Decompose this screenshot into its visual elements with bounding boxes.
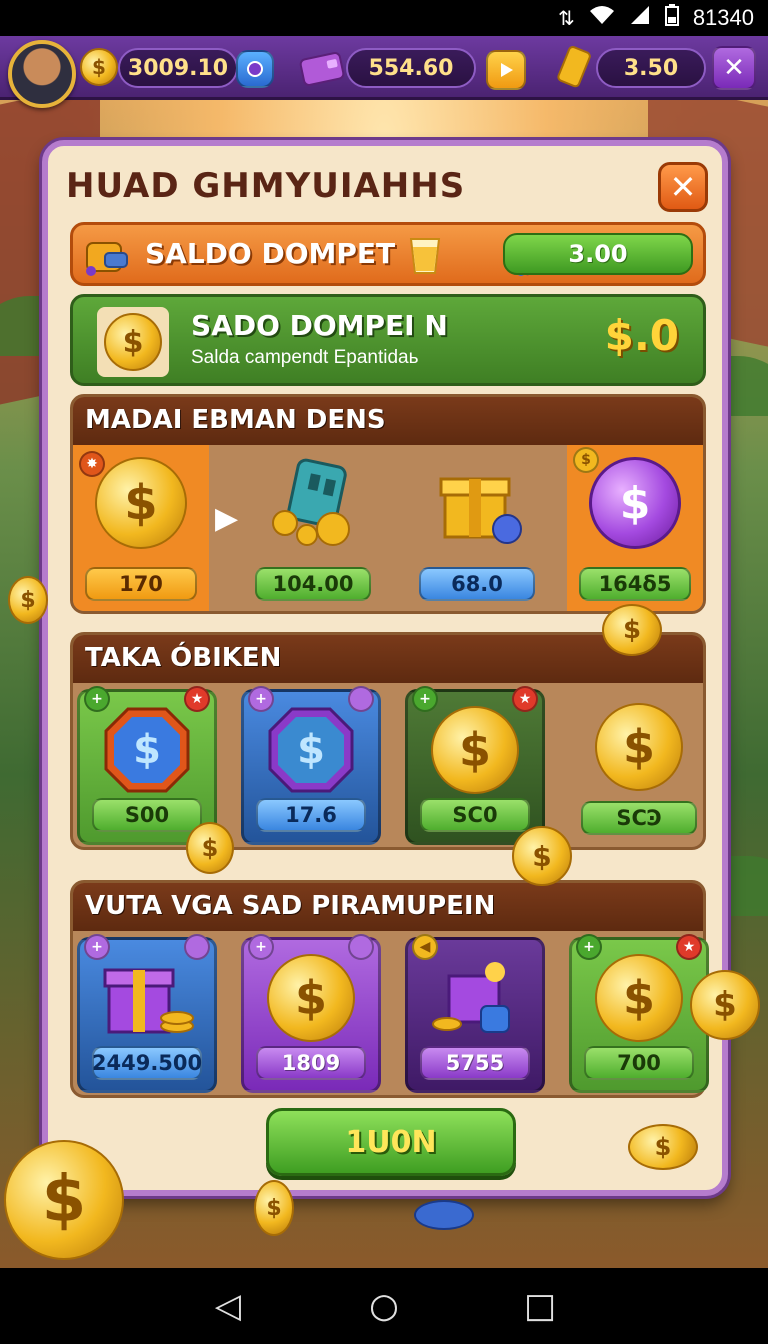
status-bar: ⇅ 81340 — [0, 0, 768, 36]
purple-coin-icon: $ — [567, 451, 703, 555]
home-button[interactable]: ○ — [354, 1286, 414, 1326]
gem-balance: 554.60 — [346, 48, 476, 88]
resource-bar: $ 3009.10 554.60 3.50 ✕ — [0, 36, 768, 108]
banner-title: SADO DOMPEI N — [191, 309, 448, 342]
purple-badge-coin-icon: $ — [244, 698, 378, 802]
section-vuta: VUTA VGA SAD PIRAMUPEIN + 2449.500 + $ 1… — [70, 880, 709, 1098]
gold-coin-icon: $ — [628, 1124, 698, 1170]
signal-icon — [629, 5, 651, 31]
gold-coin-icon: $ — [4, 1140, 124, 1260]
gold-gift-box-icon — [407, 451, 547, 555]
teal-wallet-coins-icon — [243, 451, 383, 555]
shop-panel: HUAD GHMYUIAHHS ✕ SALDO DOMPET 3.00 $ SA… — [42, 140, 728, 1196]
item-price: 5755 — [420, 1046, 530, 1080]
wallet-info-banner[interactable]: $ SADO DOMPEI N Salda campendt Epantidaь… — [70, 294, 706, 386]
shop-item[interactable]: + $ 17.6 — [241, 686, 381, 845]
shop-item[interactable]: $ SCϿ — [569, 689, 709, 845]
shop-item[interactable]: + ★ $ S00 — [77, 686, 217, 845]
arrow-right-icon: ▶ — [215, 501, 239, 536]
shop-item[interactable]: + 2449.500 — [77, 934, 217, 1093]
system-nav-bar: ◁ ○ □ — [0, 1268, 768, 1344]
coin-icon: $ — [97, 307, 169, 377]
shop-item[interactable]: $ $ 164δ5 — [567, 445, 703, 611]
wallet-balance-value: 3.00 — [503, 233, 693, 275]
wallet-balance-label: SALDO DOMPET — [145, 237, 396, 270]
blue-badge-coin-icon: $ — [80, 698, 214, 802]
wifi-icon — [589, 5, 615, 31]
gold-coin-icon: $ — [572, 946, 706, 1050]
item-price: 700 — [584, 1046, 694, 1080]
purple-gift-box-icon — [80, 946, 214, 1050]
battery-icon — [664, 4, 679, 32]
item-row: + ★ $ S00 + $ 17.6 + ★ $ SC0 $ SCϿ — [73, 683, 703, 847]
shop-item[interactable]: + ★ $ SC0 — [405, 686, 545, 845]
gold-coin-icon: $ — [408, 698, 542, 802]
section-title: MADAI EBMAN DENS — [73, 397, 703, 445]
section-taka: TAKA ÓBIKEN + ★ $ S00 + $ 17.6 + ★ $ SC0… — [70, 632, 706, 850]
close-icon[interactable]: ✕ — [712, 46, 756, 90]
shop-item[interactable]: 104.00 — [243, 445, 383, 611]
purple-wallet-icon — [298, 46, 346, 90]
banner-subtitle: Salda campendt Epantidaь — [191, 347, 419, 368]
blue-gem-icon[interactable] — [236, 50, 274, 88]
gold-coin-icon: $ — [512, 826, 572, 886]
item-price: SCϿ — [581, 801, 697, 835]
section-madai: MADAI EBMAN DENS ✸ $ 170 ▶ 104.00 68.0 $… — [70, 394, 706, 614]
gold-coin-icon: $ — [569, 695, 709, 799]
svg-text:$: $ — [297, 727, 325, 773]
gold-coin-icon: $ — [602, 604, 662, 656]
item-price: 170 — [85, 567, 197, 601]
gold-coin-icon: $ — [254, 1180, 294, 1236]
wallet-balance-row: SALDO DOMPET 3.00 — [70, 222, 706, 286]
shop-item[interactable]: + ★ $ 700 — [569, 934, 709, 1093]
avatar[interactable] — [8, 40, 76, 108]
coin-balance: 3009.10 — [118, 48, 238, 88]
item-price: 104.00 — [255, 567, 371, 601]
close-button[interactable]: ✕ — [658, 162, 708, 212]
item-price: S00 — [92, 798, 202, 832]
svg-text:$: $ — [133, 727, 161, 773]
blue-chip-icon — [414, 1200, 474, 1230]
back-button[interactable]: ◁ — [198, 1286, 258, 1326]
item-price: 2449.500 — [92, 1046, 202, 1080]
item-price: 164δ5 — [579, 567, 691, 601]
confirm-button[interactable]: 1U0N — [266, 1108, 516, 1176]
shop-item[interactable]: + $ 1809 — [241, 934, 381, 1093]
item-price: 17.6 — [256, 798, 366, 832]
gold-bar-icon — [552, 44, 598, 90]
shop-item[interactable]: ◀ 5755 — [405, 934, 545, 1093]
panel-title: HUAD GHMYUIAHHS — [66, 166, 466, 206]
item-row: + 2449.500 + $ 1809 ◀ 5755 + ★ $ 700 — [73, 931, 709, 1095]
wallet-icon — [83, 231, 135, 279]
gold-coin-icon: $ — [186, 822, 234, 874]
shop-item[interactable]: ✸ $ 170 — [73, 445, 209, 611]
status-time: 81340 — [692, 5, 754, 30]
cup-icon — [405, 233, 445, 277]
gold-bar-balance: 3.50 — [596, 48, 706, 88]
gold-coin-icon: $ — [73, 451, 209, 555]
coin-icon: $ — [80, 48, 118, 86]
recents-button[interactable]: □ — [510, 1286, 570, 1326]
item-price: SC0 — [420, 798, 530, 832]
data-icon: ⇅ — [558, 7, 575, 30]
item-price: 1809 — [256, 1046, 366, 1080]
gold-coin-icon: $ — [244, 946, 378, 1050]
item-price: 68.0 — [419, 567, 535, 601]
gold-coin-icon: $ — [690, 970, 760, 1040]
section-title: VUTA VGA SAD PIRAMUPEIN — [73, 883, 703, 931]
shop-item[interactable]: 68.0 — [407, 445, 547, 611]
play-button-icon[interactable] — [486, 50, 526, 90]
gold-coin-icon: $ — [8, 576, 48, 624]
purple-box-icon — [408, 946, 542, 1050]
banner-amount: $.0 — [604, 311, 679, 360]
item-row: ✸ $ 170 ▶ 104.00 68.0 $ $ 164δ5 — [73, 445, 703, 611]
